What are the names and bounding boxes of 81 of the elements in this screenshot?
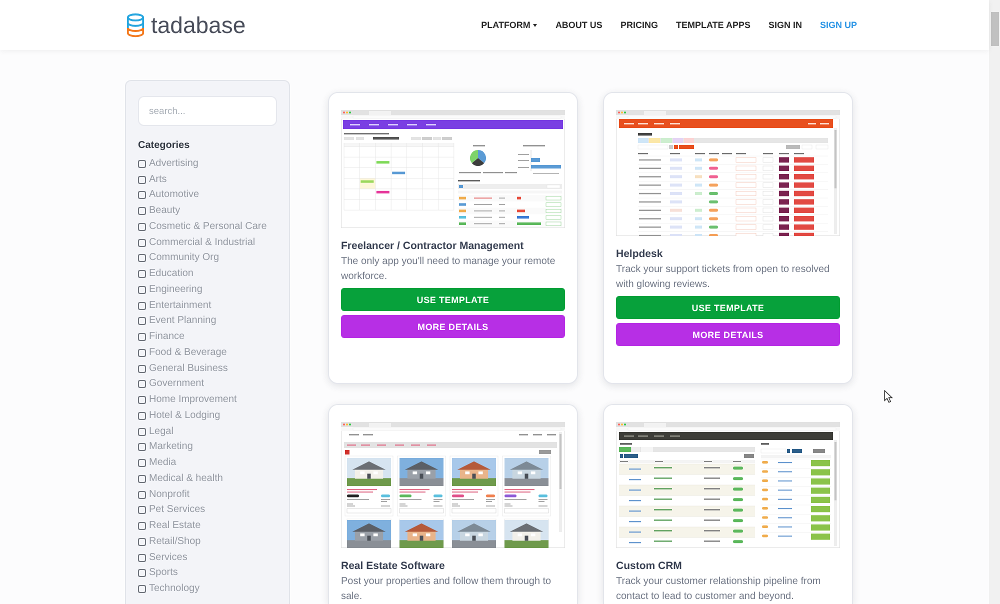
nav-link[interactable]: ABOUT US [555,19,602,31]
category-label[interactable]: Pet Services [149,504,206,516]
use-template-button[interactable]: USE TEMPLATE [616,296,840,319]
checkbox[interactable] [138,554,146,562]
category-label[interactable]: Beauty [149,205,180,218]
checkbox[interactable] [138,474,146,483]
category-label[interactable]: Services [149,552,188,564]
search-field[interactable]: search... [138,96,277,126]
logo-link[interactable]: tadabase [126,12,246,38]
category-label[interactable]: Education [149,268,194,280]
checkbox[interactable] [138,428,146,436]
more-details-button[interactable]: MORE DETAILS [616,323,840,346]
nav-link[interactable]: PRICING [620,19,658,31]
category-label[interactable]: Hotel & Lodging [149,410,220,422]
checkbox[interactable] [138,364,146,373]
checkbox[interactable] [138,238,146,247]
checkbox[interactable] [138,254,146,262]
category-label[interactable]: Home Improvement [149,394,237,406]
category-label[interactable]: Entertainment [149,300,212,312]
checkbox[interactable] [138,506,146,514]
category-label[interactable]: Advertising [149,158,198,170]
caret-icon [533,24,538,26]
nav-link[interactable]: TEMPLATE APPS [676,19,750,31]
category-label[interactable]: Finance [149,331,185,344]
use-template-button[interactable]: USE TEMPLATE [341,288,565,311]
category-label[interactable]: Marketing [149,441,193,454]
checkbox[interactable] [138,380,146,388]
category-label[interactable]: Medical & health [149,472,223,485]
category-label[interactable]: Sports [149,567,178,580]
checkbox[interactable] [138,302,146,310]
category-label[interactable]: Retail/Shop [149,536,201,548]
checkbox[interactable] [138,333,146,342]
cursor-icon [884,390,893,403]
checkbox[interactable] [138,459,146,468]
category-label[interactable]: Automotive [149,189,200,202]
checkbox[interactable] [138,412,146,420]
checkbox[interactable] [138,286,146,294]
checkbox[interactable] [138,176,146,184]
checkbox[interactable] [138,348,146,357]
checkbox[interactable] [138,317,146,326]
card-description: Post your properties and follow them through to sale. [341,575,552,604]
checkbox[interactable] [138,270,146,278]
checkbox[interactable] [138,160,146,168]
scrollbar-thumb[interactable] [991,12,999,46]
checkbox[interactable] [138,585,146,594]
category-label[interactable]: Event Planning [149,315,216,328]
card-description: The only app you'll need to manage your remote workforce. [341,255,556,284]
database-icon [126,12,145,38]
more-details-button[interactable]: MORE DETAILS [341,315,565,338]
checkbox[interactable] [138,222,146,231]
card-description: Track your support tickets from open to resolved with glowing reviews. [616,263,831,292]
card-title: Custom CRM [616,559,683,573]
card-title: Helpdesk [616,247,664,261]
category-label[interactable]: Real Estate [149,520,201,532]
category-label[interactable]: Cosmetic & Personal Care [149,220,267,233]
category-label[interactable]: Technology [149,583,200,596]
checkbox[interactable] [138,207,146,216]
checkbox[interactable] [138,522,146,530]
checkbox[interactable] [138,538,146,546]
checkbox[interactable] [138,191,146,200]
category-label[interactable]: Food & Beverage [149,346,227,359]
nav-link[interactable]: SIGN UP [820,19,857,31]
category-label[interactable]: Commercial & Industrial [149,236,256,249]
nav-link[interactable]: PLATFORM [481,19,538,31]
checkbox[interactable] [138,490,146,499]
card-title: Real Estate Software [341,559,446,573]
category-label[interactable]: Legal [149,426,174,438]
category-label[interactable]: General Business [149,362,228,375]
nav-link[interactable]: SIGN IN [768,19,802,31]
category-label[interactable]: Media [149,457,176,470]
category-label[interactable]: Arts [149,174,167,186]
category-label[interactable]: Nonprofit [149,488,190,501]
category-label[interactable]: Engineering [149,284,202,296]
card-title: Freelancer / Contractor Management [341,239,525,253]
checkbox[interactable] [138,396,146,404]
card-description: Track your customer relationship pipeline from contact to lead to customer and beyond. [616,575,822,604]
checkbox[interactable] [138,443,146,452]
categories-heading: Categories [138,140,191,152]
category-label[interactable]: Community Org [149,252,220,264]
checkbox[interactable] [138,569,146,578]
category-label[interactable]: Government [149,378,204,390]
